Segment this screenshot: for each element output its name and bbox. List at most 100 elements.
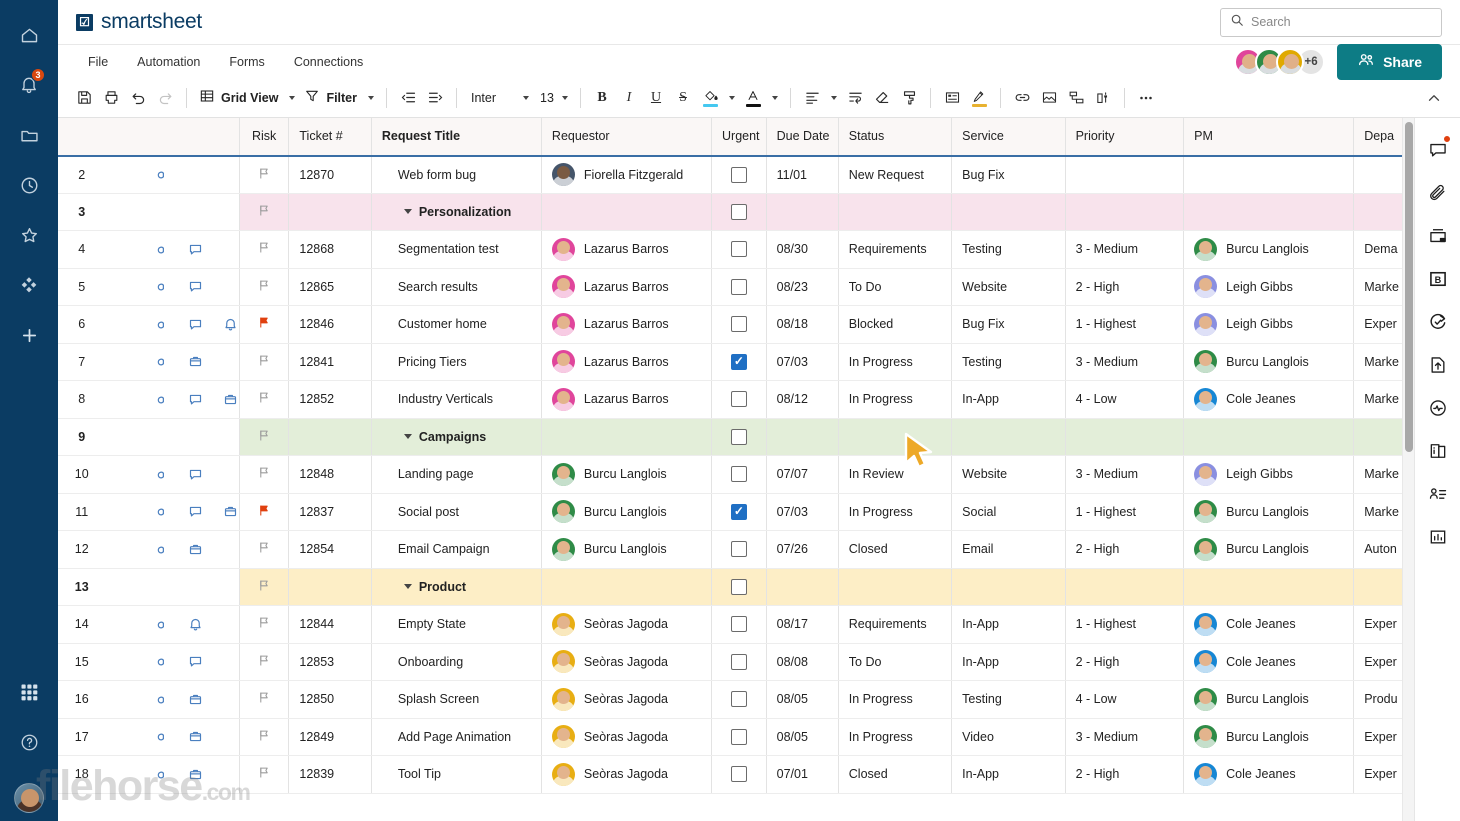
status-cell[interactable]: In Progress: [838, 493, 951, 531]
pm-cell[interactable]: Burcu Langlois: [1184, 343, 1354, 381]
status-cell[interactable]: Requirements: [838, 606, 951, 644]
column-header-requestor[interactable]: Requestor: [541, 118, 711, 156]
table-group-row[interactable]: 13Product: [58, 568, 1402, 606]
pm-cell[interactable]: Cole Jeanes: [1184, 606, 1354, 644]
due-date-cell[interactable]: [766, 418, 838, 456]
row-link-icon[interactable]: [153, 654, 168, 669]
department-cell[interactable]: Marke: [1354, 493, 1402, 531]
row-comment-icon[interactable]: [188, 654, 203, 669]
italic-button[interactable]: I: [616, 85, 642, 111]
column-header-pm[interactable]: PM: [1184, 118, 1354, 156]
urgent-checkbox[interactable]: [731, 466, 747, 482]
pm-cell[interactable]: [1184, 568, 1354, 606]
urgent-cell[interactable]: [712, 568, 767, 606]
menu-item-file[interactable]: File: [76, 50, 120, 74]
urgent-cell[interactable]: [712, 231, 767, 269]
risk-flag-icon[interactable]: [257, 615, 271, 630]
risk-flag-cell[interactable]: [239, 418, 288, 456]
department-cell[interactable]: [1354, 418, 1402, 456]
urgent-checkbox[interactable]: [731, 391, 747, 407]
ticket-cell[interactable]: 12854: [289, 531, 371, 569]
avatar[interactable]: [1276, 48, 1304, 76]
create-plus-icon[interactable]: [7, 310, 51, 360]
home-icon[interactable]: [7, 10, 51, 60]
status-cell[interactable]: [838, 418, 951, 456]
view-switcher-chevron-down-icon[interactable]: [284, 86, 299, 110]
pm-cell[interactable]: Cole Jeanes: [1184, 756, 1354, 794]
request-title-cell[interactable]: Email Campaign: [371, 531, 541, 569]
wrap-text-icon[interactable]: [842, 85, 868, 111]
urgent-cell[interactable]: [712, 268, 767, 306]
department-cell[interactable]: Exper: [1354, 718, 1402, 756]
request-title-cell[interactable]: Search results: [371, 268, 541, 306]
table-row[interactable]: 212870Web form bugFiorella Fitzgerald11/…: [58, 156, 1402, 194]
service-cell[interactable]: Website: [952, 456, 1065, 494]
row-attach-icon[interactable]: [223, 504, 238, 519]
urgent-checkbox[interactable]: [731, 279, 747, 295]
service-cell[interactable]: Testing: [952, 343, 1065, 381]
table-group-row[interactable]: 9Campaigns: [58, 418, 1402, 456]
table-row[interactable]: 1812839Tool TipSeòras Jagoda07/01ClosedI…: [58, 756, 1402, 794]
ticket-cell[interactable]: [289, 568, 371, 606]
row-number[interactable]: 12: [58, 531, 105, 569]
highlight-icon[interactable]: [966, 85, 992, 111]
hyperlink-icon[interactable]: [1009, 85, 1035, 111]
table-row[interactable]: 1612850Splash ScreenSeòras Jagoda08/05In…: [58, 681, 1402, 719]
urgent-cell[interactable]: [712, 681, 767, 719]
risk-flag-icon[interactable]: [257, 728, 271, 743]
requestor-cell[interactable]: Burcu Langlois: [541, 456, 711, 494]
risk-flag-red-icon[interactable]: [257, 503, 271, 518]
request-title-cell[interactable]: Industry Verticals: [371, 381, 541, 419]
priority-cell[interactable]: 1 - Highest: [1065, 306, 1184, 344]
request-title-cell[interactable]: Landing page: [371, 456, 541, 494]
ticket-cell[interactable]: [289, 418, 371, 456]
print-icon[interactable]: [98, 85, 124, 111]
pm-cell[interactable]: [1184, 193, 1354, 231]
column-header-ticket[interactable]: Ticket #: [289, 118, 371, 156]
pm-cell[interactable]: Leigh Gibbs: [1184, 268, 1354, 306]
table-row[interactable]: 512865Search resultsLazarus Barros08/23T…: [58, 268, 1402, 306]
service-cell[interactable]: In-App: [952, 643, 1065, 681]
priority-cell[interactable]: 2 - High: [1065, 531, 1184, 569]
strikethrough-button[interactable]: S: [670, 85, 696, 111]
priority-cell[interactable]: 4 - Low: [1065, 681, 1184, 719]
pm-cell[interactable]: Burcu Langlois: [1184, 718, 1354, 756]
due-date-cell[interactable]: [766, 193, 838, 231]
ticket-cell[interactable]: 12839: [289, 756, 371, 794]
risk-flag-icon[interactable]: [257, 166, 271, 181]
ticket-cell[interactable]: 12848: [289, 456, 371, 494]
pm-cell[interactable]: Leigh Gibbs: [1184, 456, 1354, 494]
status-cell[interactable]: To Do: [838, 643, 951, 681]
risk-flag-cell[interactable]: [239, 306, 288, 344]
urgent-cell[interactable]: [712, 756, 767, 794]
risk-flag-cell[interactable]: [239, 193, 288, 231]
grid-vertical-scroll-thumb[interactable]: [1405, 122, 1413, 452]
row-number[interactable]: 10: [58, 456, 105, 494]
risk-flag-cell[interactable]: [239, 231, 288, 269]
department-cell[interactable]: Auton: [1354, 531, 1402, 569]
column-header-urgent[interactable]: Urgent: [712, 118, 767, 156]
grid-scroll-viewport[interactable]: Risk Ticket # Request Title Requestor Ur…: [58, 118, 1402, 821]
row-number[interactable]: 5: [58, 268, 105, 306]
request-title-cell[interactable]: Add Page Animation: [371, 718, 541, 756]
requestor-cell[interactable]: [541, 193, 711, 231]
table-row[interactable]: 1012848Landing pageBurcu Langlois07/07In…: [58, 456, 1402, 494]
request-title-cell[interactable]: Web form bug: [371, 156, 541, 194]
row-comment-icon[interactable]: [188, 467, 203, 482]
row-comment-icon[interactable]: [188, 504, 203, 519]
risk-flag-icon[interactable]: [257, 278, 271, 293]
row-link-icon[interactable]: [153, 279, 168, 294]
notifications-bell-icon[interactable]: 3: [7, 60, 51, 110]
service-cell[interactable]: Social: [952, 493, 1065, 531]
row-comment-icon[interactable]: [188, 242, 203, 257]
risk-flag-icon[interactable]: [257, 690, 271, 705]
row-number[interactable]: 18: [58, 756, 105, 794]
service-cell[interactable]: In-App: [952, 756, 1065, 794]
row-link-icon[interactable]: [153, 504, 168, 519]
menu-item-connections[interactable]: Connections: [282, 50, 376, 74]
row-comment-icon[interactable]: [188, 279, 203, 294]
urgent-cell[interactable]: [712, 606, 767, 644]
service-cell[interactable]: [952, 418, 1065, 456]
row-attach-icon[interactable]: [188, 354, 203, 369]
redo-icon[interactable]: [152, 85, 178, 111]
